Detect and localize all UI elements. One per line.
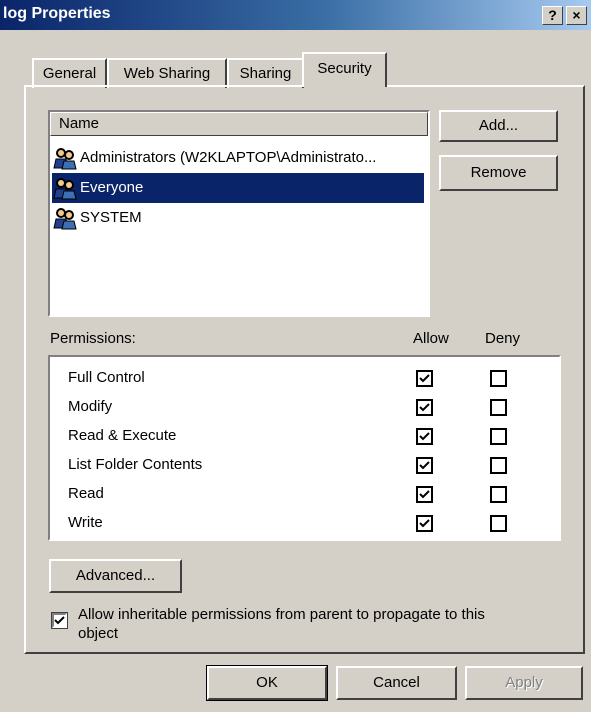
permission-deny-checkbox[interactable] — [490, 428, 507, 445]
permission-allow-checkbox[interactable] — [416, 428, 433, 445]
permission-allow-checkbox[interactable] — [416, 486, 433, 503]
permission-allow-checkbox[interactable] — [416, 457, 433, 474]
permission-name: Full Control — [68, 369, 145, 386]
ok-button[interactable]: OK — [206, 665, 328, 701]
checkmark-icon — [54, 616, 65, 625]
list-item-label: SYSTEM — [80, 209, 142, 226]
users-group-icon — [52, 206, 78, 230]
permissions-list[interactable]: Full Control Modify Read & Execute List Fol… — [48, 355, 561, 541]
add-button[interactable]: Add... — [439, 110, 558, 142]
permission-name: Write — [68, 514, 103, 531]
names-list[interactable]: Name Administrators (W2KLAPTOP\Administr… — [48, 110, 430, 317]
permission-allow-checkbox[interactable] — [416, 399, 433, 416]
permission-deny-checkbox[interactable] — [490, 515, 507, 532]
allow-column-header: Allow — [413, 330, 449, 347]
permission-deny-checkbox[interactable] — [490, 370, 507, 387]
inherit-permissions-label-line2: object — [78, 625, 119, 642]
checkmark-icon — [419, 461, 430, 470]
help-button[interactable]: ? — [542, 6, 563, 25]
tab-web-sharing[interactable]: Web Sharing — [107, 58, 227, 88]
deny-column-header: Deny — [485, 330, 521, 347]
inherit-permissions-checkbox[interactable] — [51, 612, 68, 629]
tab-general[interactable]: General — [32, 58, 107, 88]
window-title: log Properties — [3, 5, 111, 22]
permission-name: Read — [68, 485, 104, 502]
permission-name: List Folder Contents — [68, 456, 203, 473]
title-bar[interactable]: log Properties ? × — [0, 0, 591, 30]
tab-security[interactable]: Security — [302, 52, 387, 87]
permission-allow-checkbox[interactable] — [416, 370, 433, 387]
name-column-header[interactable]: Name — [50, 112, 428, 136]
checkmark-icon — [419, 519, 430, 528]
permissions-label: Permissions: — [50, 330, 136, 347]
checkmark-icon — [419, 403, 430, 412]
permission-name: Modify — [68, 398, 113, 415]
close-button[interactable]: × — [566, 6, 587, 25]
permission-name: Read & Execute — [68, 427, 177, 444]
tab-sharing[interactable]: Sharing — [227, 58, 304, 88]
apply-button[interactable]: Apply — [465, 666, 583, 700]
permission-allow-checkbox[interactable] — [416, 515, 433, 532]
permission-deny-checkbox[interactable] — [490, 486, 507, 503]
checkmark-icon — [419, 374, 430, 383]
list-item-selected[interactable]: Everyone — [52, 173, 424, 203]
list-item[interactable]: SYSTEM — [52, 203, 426, 233]
remove-button[interactable]: Remove — [439, 155, 558, 191]
checkmark-icon — [419, 432, 430, 441]
list-item-label: Administrators (W2KLAPTOP\Administrato..… — [80, 149, 377, 166]
checkmark-icon — [419, 490, 430, 499]
users-group-icon — [52, 176, 78, 200]
permission-deny-checkbox[interactable] — [490, 457, 507, 474]
users-group-icon — [52, 146, 78, 170]
list-item[interactable]: Administrators (W2KLAPTOP\Administrato..… — [52, 143, 426, 173]
advanced-button[interactable]: Advanced... — [49, 559, 182, 593]
inherit-permissions-label: Allow inheritable permissions from paren… — [78, 606, 485, 623]
cancel-button[interactable]: Cancel — [336, 666, 457, 700]
permission-deny-checkbox[interactable] — [490, 399, 507, 416]
list-item-label: Everyone — [80, 179, 144, 196]
